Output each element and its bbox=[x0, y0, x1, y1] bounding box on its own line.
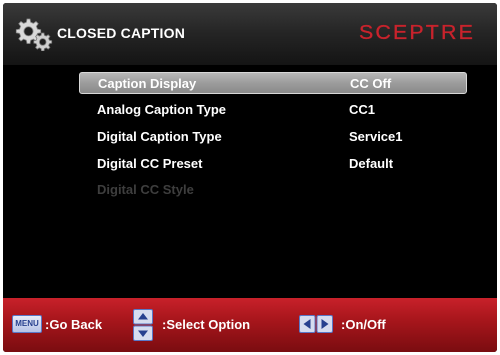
brand-logo: SCEPTRE bbox=[359, 22, 475, 43]
gear-icon bbox=[15, 18, 53, 51]
menu-item-digital-cc-preset[interactable]: Digital CC Preset Default bbox=[79, 153, 467, 175]
menu-item-value: CC1 bbox=[349, 102, 376, 117]
up-down-arrow-icon[interactable] bbox=[133, 309, 153, 341]
menu-item-digital-cc-style: Digital CC Style bbox=[79, 179, 467, 201]
menu-item-analog-caption-type[interactable]: Analog Caption Type CC1 bbox=[79, 99, 467, 121]
menu-panel: Caption Display CC Off Analog Caption Ty… bbox=[3, 65, 497, 298]
svg-text:SCEPTRE: SCEPTRE bbox=[359, 22, 475, 43]
help-bar: MENU :Go Back :Select Option :On/Off bbox=[3, 298, 497, 352]
menu-item-label: Caption Display bbox=[98, 76, 197, 91]
left-right-arrow-icon[interactable] bbox=[299, 315, 333, 333]
menu-item-digital-caption-type[interactable]: Digital Caption Type Service1 bbox=[79, 126, 467, 148]
menu-key-icon[interactable]: MENU bbox=[12, 315, 42, 333]
menu-item-value: CC Off bbox=[350, 76, 392, 91]
go-back-hint: :Go Back bbox=[45, 317, 103, 332]
menu-item-caption-display[interactable]: Caption Display CC Off bbox=[79, 72, 467, 94]
page-title: CLOSED CAPTION bbox=[57, 25, 186, 41]
menu-item-label: Digital CC Style bbox=[97, 182, 194, 197]
menu-item-value: Service1 bbox=[349, 129, 403, 144]
osd-screen: CLOSED CAPTION SCEPTRE Caption Display C… bbox=[3, 3, 497, 352]
menu-item-label: Analog Caption Type bbox=[97, 102, 227, 117]
menu-item-label: Digital Caption Type bbox=[97, 129, 222, 144]
closed-caption-osd: CLOSED CAPTION SCEPTRE Caption Display C… bbox=[0, 0, 500, 355]
menu-item-value: Default bbox=[349, 156, 394, 171]
select-option-hint: :Select Option bbox=[162, 317, 251, 332]
on-off-hint: :On/Off bbox=[341, 317, 386, 332]
menu-item-label: Digital CC Preset bbox=[97, 156, 203, 171]
osd-header: CLOSED CAPTION SCEPTRE bbox=[3, 3, 497, 65]
